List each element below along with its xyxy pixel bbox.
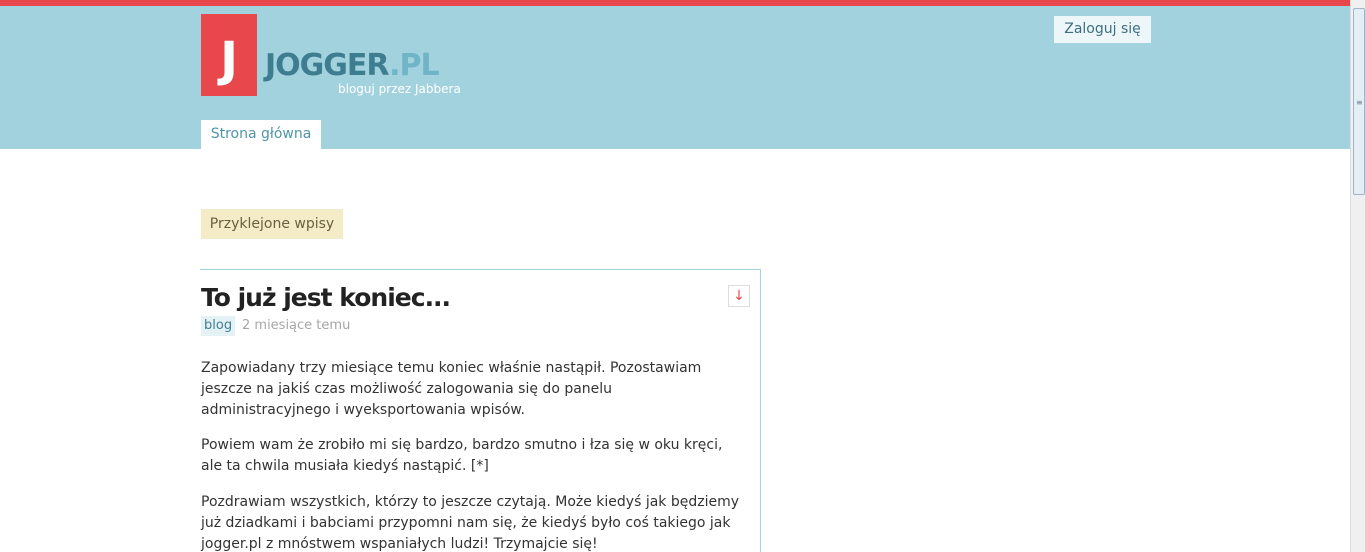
post-title[interactable]: To już jest koniec... [201,282,451,314]
logo-wordmark[interactable]: JOGGER.PL [265,48,440,84]
post-paragraph: Zapowiadany trzy miesiące temu koniec wł… [201,360,702,418]
post-tag[interactable]: blog [201,316,236,336]
expand-post-button[interactable]: ↓ [728,285,750,307]
vertical-scrollbar[interactable]: ≡ [1350,0,1365,552]
post-date: 2 miesiące temu [242,318,351,333]
arrow-down-icon: ↓ [733,288,745,304]
logo-main-text: JOGGER [265,48,390,83]
scrollbar-thumb[interactable]: ≡ [1353,8,1365,195]
login-button[interactable]: Zaloguj się [1054,16,1151,43]
post-paragraph: Powiem wam że zrobiło mi się bardzo, bar… [201,437,723,474]
tab-home[interactable]: Strona główna [201,120,321,149]
logo-extension-text: .PL [389,48,439,83]
site-tagline: bloguj przez Jabbera [338,82,461,96]
grip-icon: ≡ [1356,98,1363,107]
logo-badge[interactable]: J [201,14,257,96]
post-paragraph: Pozdrawiam wszystkich, którzy to jeszcze… [201,494,740,552]
sticky-posts-label: Przyklejone wpisy [201,209,343,239]
page: J JOGGER.PL bloguj przez Jabbera Zaloguj… [0,0,1350,552]
logo-letter: J [220,32,238,88]
